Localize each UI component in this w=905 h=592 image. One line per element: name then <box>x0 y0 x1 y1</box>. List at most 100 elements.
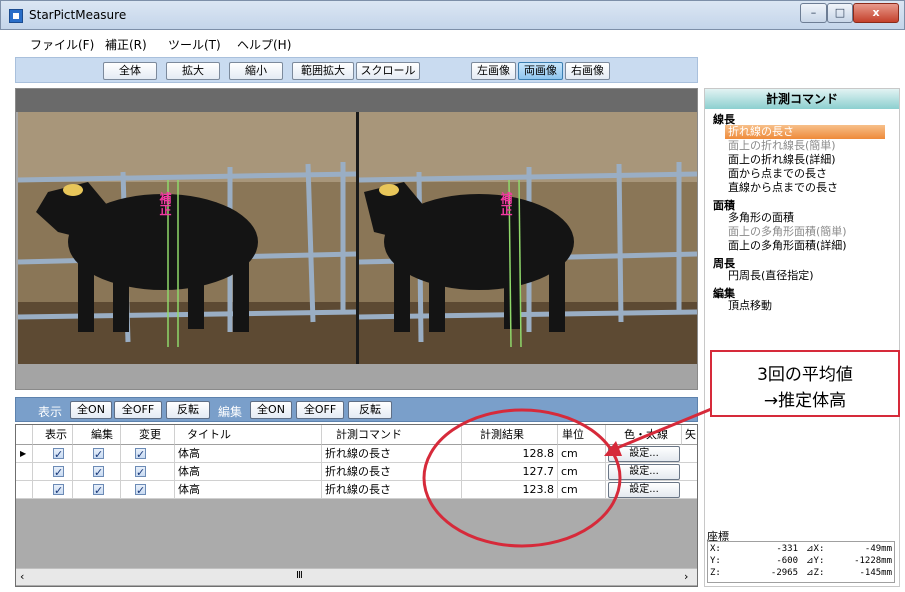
row-indicator-header <box>16 425 33 445</box>
maximize-button[interactable]: □ <box>827 3 853 23</box>
display-cell <box>33 481 73 499</box>
edit-invert-button[interactable]: 反転 <box>348 401 392 419</box>
close-button[interactable]: x <box>853 3 899 23</box>
coord-delta-label: ⊿Y: <box>806 556 825 566</box>
col-color-line[interactable]: 色・太線 <box>606 425 682 445</box>
menu-help[interactable]: ヘルプ(H) <box>237 36 291 53</box>
col-unit[interactable]: 単位 <box>558 425 606 445</box>
cmd-surface-polyline-simple[interactable]: 面上の折れ線長(簡単) <box>725 139 839 153</box>
cmd-polygon-area[interactable]: 多角形の面積 <box>725 211 797 225</box>
col-display[interactable]: 表示 <box>33 425 73 445</box>
minimize-button[interactable]: – <box>800 3 827 23</box>
command-panel: 計測コマンド 線長 折れ線の長さ 面上の折れ線長(簡単) 面上の折れ線長(詳細)… <box>704 88 900 587</box>
horizontal-scrollbar[interactable]: ‹ Ⅲ › <box>16 568 697 585</box>
cmd-polyline-length[interactable]: 折れ線の長さ <box>725 125 885 139</box>
cmd-surface-polyline-detail[interactable]: 面上の折れ線長(詳細) <box>725 153 839 167</box>
coord-delta: -49mm <box>864 544 892 554</box>
display-cell <box>33 463 73 481</box>
display-checkbox[interactable] <box>53 482 64 498</box>
range-zoom-button[interactable]: 範囲拡大 <box>292 62 354 80</box>
cmd-surface-polygon-simple[interactable]: 面上の多角形面積(簡単) <box>725 225 850 239</box>
view-toolbar: 全体 拡大 縮小 範囲拡大 スクロール 左画像 両画像 右画像 <box>15 57 698 83</box>
zoom-in-button[interactable]: 拡大 <box>166 62 220 80</box>
left-photo[interactable]: 補正 <box>18 112 356 364</box>
edit-checkbox[interactable] <box>93 482 104 498</box>
title-cell[interactable]: 体高 <box>175 445 322 463</box>
display-label: 表示 <box>38 405 63 419</box>
command-cell[interactable]: 折れ線の長さ <box>322 481 462 499</box>
edit-checkbox[interactable] <box>93 464 104 480</box>
settings-button[interactable]: 設定... <box>608 464 680 480</box>
display-invert-button[interactable]: 反転 <box>166 401 210 419</box>
display-checkbox[interactable] <box>53 464 64 480</box>
change-cell <box>121 445 175 463</box>
change-cell <box>121 463 175 481</box>
title-cell[interactable]: 体高 <box>175 481 322 499</box>
scroll-thumb-grip-icon[interactable]: Ⅲ <box>296 570 303 581</box>
coordinates-box: X: -331 ⊿X: -49mm Y: -600 ⊿Y: -1228mm Z:… <box>707 541 895 583</box>
coord-delta: -145mm <box>859 568 892 578</box>
row-marker-cell <box>16 463 33 481</box>
display-checkbox[interactable] <box>53 446 64 462</box>
result-cell: 123.8 <box>462 481 558 499</box>
command-cell[interactable]: 折れ線の長さ <box>322 463 462 481</box>
cmd-surface-to-point[interactable]: 面から点までの長さ <box>725 167 830 181</box>
col-command[interactable]: 計測コマンド <box>322 425 462 445</box>
menu-file[interactable]: ファイル(F) <box>30 36 94 53</box>
col-result[interactable]: 計測結果 <box>462 425 558 445</box>
row-marker-cell <box>16 481 33 499</box>
command-cell[interactable]: 折れ線の長さ <box>322 445 462 463</box>
edit-all-off-button[interactable]: 全OFF <box>296 401 344 419</box>
edit-cell <box>73 445 121 463</box>
menu-correction[interactable]: 補正(R) <box>105 36 147 53</box>
cmd-move-vertex[interactable]: 頂点移動 <box>725 299 775 313</box>
zoom-out-button[interactable]: 縮小 <box>229 62 283 80</box>
display-all-off-button[interactable]: 全OFF <box>114 401 162 419</box>
change-checkbox[interactable] <box>135 482 146 498</box>
col-edit[interactable]: 編集 <box>73 425 121 445</box>
scroll-right-icon[interactable]: › <box>684 570 688 583</box>
edit-all-on-button[interactable]: 全ON <box>250 401 292 419</box>
menu-tools[interactable]: ツール(T) <box>168 36 221 53</box>
right-photo[interactable]: 補正 <box>359 112 697 364</box>
change-checkbox[interactable] <box>135 446 146 462</box>
coord-row-y: Y: -600 ⊿Y: -1228mm <box>710 556 894 567</box>
table-row[interactable]: 体高 折れ線の長さ 123.8 cm 設定... <box>16 481 697 499</box>
left-photo-graphic: 補正 <box>18 112 356 364</box>
settings-button[interactable]: 設定... <box>608 446 680 462</box>
table-row[interactable]: ▶ 体高 折れ線の長さ 128.8 cm 設定... <box>16 445 697 463</box>
callout-line-2: →推定体高 <box>763 391 847 411</box>
coord-delta-label: ⊿X: <box>806 544 825 554</box>
scroll-left-icon[interactable]: ‹ <box>20 570 24 583</box>
title-cell[interactable]: 体高 <box>175 463 322 481</box>
edit-checkbox[interactable] <box>93 446 104 462</box>
coord-axis: Y: <box>710 556 721 566</box>
left-image-button[interactable]: 左画像 <box>471 62 516 80</box>
result-cell: 128.8 <box>462 445 558 463</box>
col-title[interactable]: タイトル <box>175 425 322 445</box>
change-checkbox[interactable] <box>135 464 146 480</box>
right-image-button[interactable]: 右画像 <box>565 62 610 80</box>
col-arrow[interactable]: 矢 <box>682 425 697 445</box>
edit-cell <box>73 481 121 499</box>
change-cell <box>121 481 175 499</box>
visibility-edit-bar: 表示 全ON 全OFF 反転 編集 全ON 全OFF 反転 <box>15 397 698 422</box>
coord-axis: X: <box>710 544 721 554</box>
edit-label: 編集 <box>218 405 243 419</box>
coord-value: -2965 <box>770 568 798 578</box>
app-icon <box>9 9 23 23</box>
display-all-on-button[interactable]: 全ON <box>70 401 112 419</box>
col-change[interactable]: 変更 <box>121 425 175 445</box>
coord-row-z: Z: -2965 ⊿Z: -145mm <box>710 568 894 579</box>
cmd-surface-polygon-detail[interactable]: 面上の多角形面積(詳細) <box>725 239 850 253</box>
cmd-circumference[interactable]: 円周長(直径指定) <box>725 269 817 283</box>
scroll-button[interactable]: スクロール <box>356 62 420 80</box>
edit-cell <box>73 463 121 481</box>
settings-button[interactable]: 設定... <box>608 482 680 498</box>
coord-axis: Z: <box>710 568 721 578</box>
cmd-line-to-point[interactable]: 直線から点までの長さ <box>725 181 841 195</box>
fit-all-button[interactable]: 全体 <box>103 62 157 80</box>
both-images-button[interactable]: 両画像 <box>518 62 563 80</box>
table-row[interactable]: 体高 折れ線の長さ 127.7 cm 設定... <box>16 463 697 481</box>
window-title: StarPictMeasure <box>29 8 127 22</box>
